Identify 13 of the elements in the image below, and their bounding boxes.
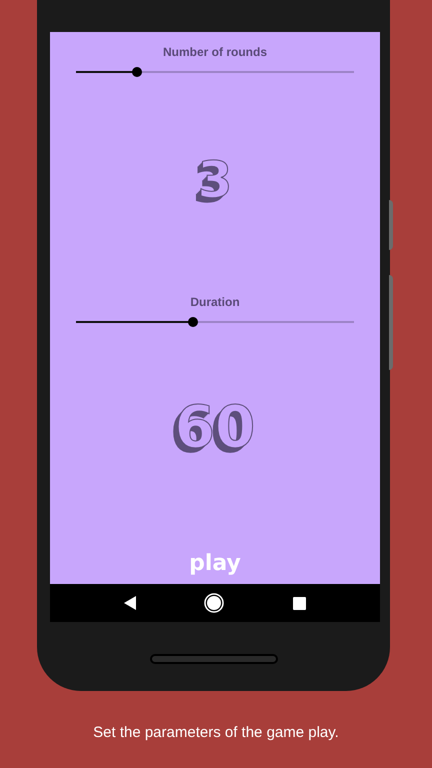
setting-label: Duration — [190, 295, 240, 309]
play-button[interactable]: play — [189, 550, 241, 578]
slider[interactable] — [76, 67, 354, 77]
slider[interactable] — [76, 317, 354, 327]
setting-value: 60 — [174, 398, 256, 456]
recents-icon[interactable] — [292, 596, 306, 610]
slider-thumb[interactable] — [188, 317, 198, 327]
caption-text: Set the parameters of the game play. — [92, 723, 340, 743]
setting-label: Number of rounds — [163, 45, 267, 59]
home-icon[interactable] — [204, 593, 224, 613]
setting-value: 3 — [198, 154, 232, 204]
back-icon[interactable] — [124, 596, 136, 610]
slider-thumb[interactable] — [132, 67, 142, 77]
